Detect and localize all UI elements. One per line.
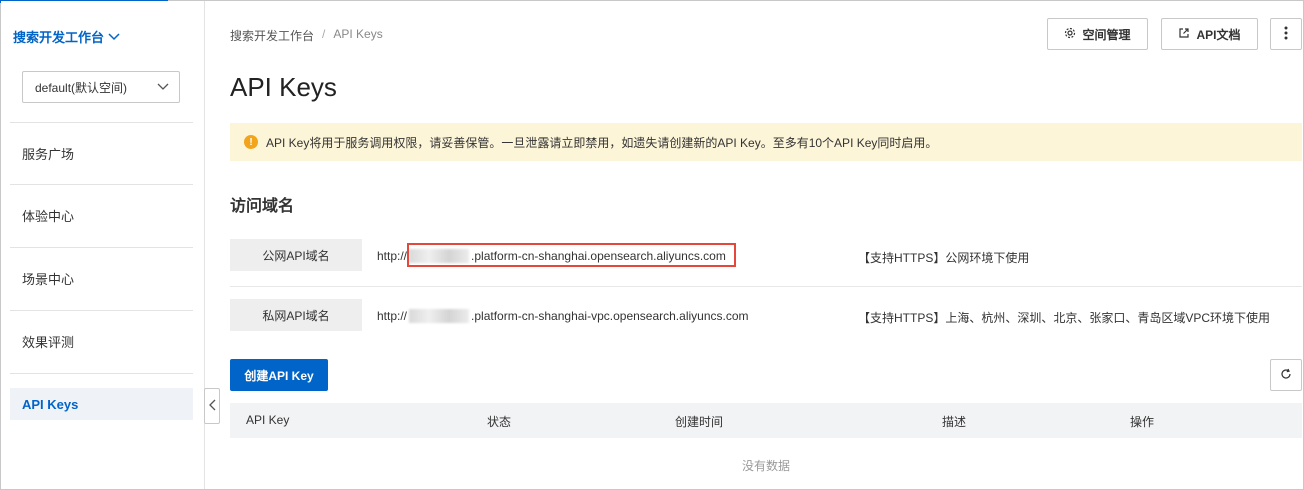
sidebar-collapse-button[interactable]: [204, 388, 220, 424]
redacted-instance-id: [409, 309, 470, 323]
sidebar: 搜索开发工作台 default(默认空间) 服务广场 体验中心 场景中心 效果评…: [1, 1, 205, 489]
breadcrumb-current: API Keys: [333, 27, 383, 41]
workbench-title: 搜索开发工作台: [13, 30, 105, 45]
space-manage-label: 空间管理: [1082, 27, 1131, 42]
domain-url-suffix: .platform-cn-shanghai-vpc.opensearch.ali…: [471, 309, 749, 323]
column-header-created-time: 创建时间: [675, 415, 724, 429]
workbench-switcher[interactable]: 搜索开发工作台: [13, 27, 120, 46]
breadcrumb-root[interactable]: 搜索开发工作台: [230, 27, 314, 44]
warning-alert: ! API Key将用于服务调用权限，请妥善保管。一旦泄露请立即禁用，如遗失请创…: [230, 123, 1302, 161]
sidebar-item-service-square[interactable]: 服务广场: [10, 122, 193, 184]
domain-note: 【支持HTTPS】上海、杭州、深圳、北京、张家口、青岛区域VPC环境下使用: [858, 311, 1271, 325]
gear-icon: [1064, 27, 1076, 42]
domain-row-private: 私网API域名 http:// .platform-cn-shanghai-vp…: [230, 287, 1302, 349]
chevron-down-icon: [157, 80, 169, 94]
column-header-api-key: API Key: [246, 413, 290, 427]
sidebar-item-evaluation[interactable]: 效果评测: [10, 310, 193, 372]
domain-url-prefix: http://: [377, 309, 408, 323]
page-title: API Keys: [230, 72, 337, 102]
domain-url: http:// .platform-cn-shanghai-vpc.opense…: [377, 309, 749, 323]
domains-section-title: 访问域名: [230, 198, 295, 215]
workspace-select[interactable]: default(默认空间): [22, 71, 180, 103]
sidebar-item-experience-center[interactable]: 体验中心: [10, 184, 193, 246]
warning-icon: !: [244, 135, 258, 149]
table-header: API Key 状态 创建时间 描述 操作: [230, 403, 1302, 438]
sidebar-item-label: 服务广场: [22, 147, 75, 162]
table-empty-state: 没有数据: [741, 459, 790, 473]
domain-note: 【支持HTTPS】公网环境下使用: [858, 251, 1030, 265]
external-link-icon: [1178, 27, 1190, 42]
domain-label: 公网API域名: [230, 239, 362, 271]
breadcrumb-separator: /: [322, 27, 326, 41]
chevron-down-icon: [108, 29, 120, 44]
workspace-select-value: default(默认空间): [35, 80, 128, 95]
sidebar-item-scenario-center[interactable]: 场景中心: [10, 247, 193, 309]
sidebar-item-label: 效果评测: [22, 335, 75, 350]
sidebar-item-api-keys[interactable]: API Keys: [10, 388, 193, 420]
column-header-status: 状态: [487, 415, 512, 429]
column-header-description: 描述: [942, 415, 967, 429]
sidebar-item-label: 场景中心: [22, 272, 75, 287]
breadcrumb: 搜索开发工作台 / API Keys: [230, 27, 383, 44]
api-docs-button[interactable]: API文档: [1161, 18, 1258, 50]
column-header-actions: 操作: [1130, 415, 1155, 429]
domain-row-public: 公网API域名 http:// .platform-cn-shanghai.op…: [230, 225, 1302, 287]
more-options-button[interactable]: [1270, 18, 1302, 50]
sidebar-item-label: 体验中心: [22, 209, 75, 224]
refresh-icon: [1280, 368, 1292, 383]
api-docs-label: API文档: [1196, 27, 1241, 42]
sidebar-item-label: API Keys: [22, 396, 79, 412]
warning-text: API Key将用于服务调用权限，请妥善保管。一旦泄露请立即禁用，如遗失请创建新…: [266, 135, 938, 150]
space-manage-button[interactable]: 空间管理: [1047, 18, 1148, 50]
create-api-key-button[interactable]: 创建API Key: [230, 359, 328, 391]
domain-url-prefix: http://: [377, 249, 408, 263]
more-vertical-icon: [1284, 26, 1288, 43]
sidebar-divider: [10, 373, 193, 389]
highlight-box: [407, 243, 736, 267]
chevron-left-icon: [208, 399, 216, 414]
domain-label: 私网API域名: [230, 299, 362, 331]
refresh-button[interactable]: [1270, 359, 1302, 391]
